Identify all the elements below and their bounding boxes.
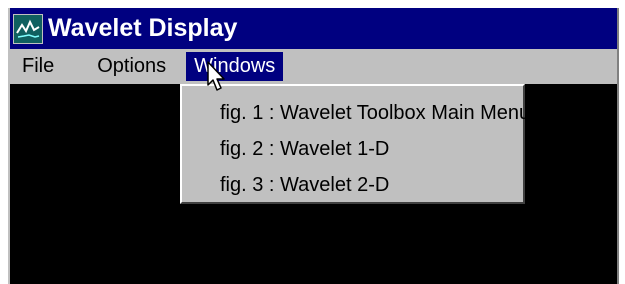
menu-item-fig-3[interactable]: fig. 3 : Wavelet 2-D [182, 167, 523, 203]
wavelet-app-icon[interactable] [13, 13, 43, 44]
menu-bar: File Options Windows [10, 49, 617, 84]
title-bar[interactable]: Wavelet Display [10, 8, 617, 49]
windows-dropdown-menu: fig. 1 : Wavelet Toolbox Main Menu fig. … [180, 84, 530, 204]
wavelet-logo-icon [14, 14, 42, 43]
menu-windows[interactable]: Windows [186, 52, 284, 81]
menu-options[interactable]: Options [89, 52, 174, 81]
window-title: Wavelet Display [48, 14, 238, 42]
menu-item-fig-2[interactable]: fig. 2 : Wavelet 1-D [182, 131, 523, 167]
menu-file[interactable]: File [14, 52, 62, 81]
menu-item-fig-1[interactable]: fig. 1 : Wavelet Toolbox Main Menu [182, 95, 530, 131]
